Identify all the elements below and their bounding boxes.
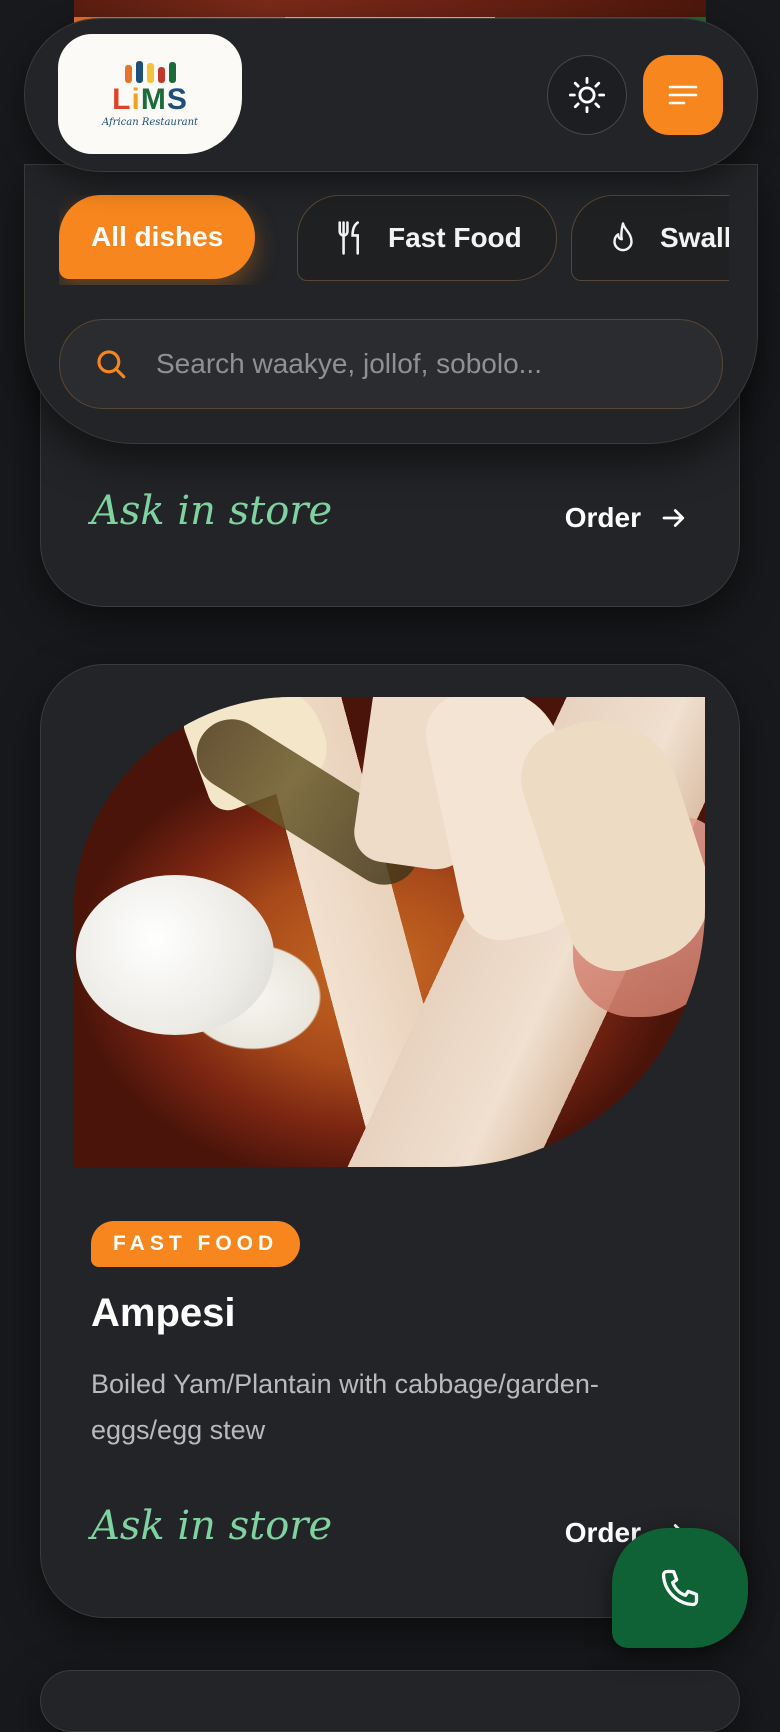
fork-knife-icon bbox=[338, 221, 359, 255]
search-input[interactable] bbox=[154, 347, 678, 381]
sun-icon bbox=[568, 76, 606, 114]
price-text: Ask in store bbox=[91, 1503, 333, 1549]
phone-icon bbox=[661, 1569, 699, 1607]
price-text: Ask in store bbox=[91, 488, 333, 534]
chip-label: Swallow bbox=[660, 222, 729, 253]
dish-card[interactable]: FAST FOOD Ampesi Boiled Yam/Plantain wit… bbox=[40, 664, 740, 1618]
search-icon bbox=[97, 350, 126, 379]
dish-card-next bbox=[40, 1670, 740, 1732]
call-button[interactable] bbox=[612, 1528, 748, 1648]
restaurant-logo[interactable]: LiMS African Restaurant bbox=[58, 34, 242, 154]
menu-icon bbox=[668, 85, 698, 105]
menu-button[interactable] bbox=[643, 55, 723, 135]
dish-name: Ampesi bbox=[91, 1291, 236, 1335]
category-chips: All dishes Fast Food Swallow bbox=[59, 195, 729, 285]
search-bar bbox=[59, 319, 723, 409]
dancers-icon bbox=[124, 60, 176, 83]
chip-label: Fast Food bbox=[388, 222, 522, 253]
arrow-right-icon bbox=[662, 509, 685, 527]
category-badge: FAST FOOD bbox=[91, 1221, 301, 1267]
theme-toggle-button[interactable] bbox=[547, 55, 627, 135]
logo-tagline: African Restaurant bbox=[101, 116, 199, 128]
order-button[interactable]: Order bbox=[565, 502, 689, 534]
flame-icon bbox=[613, 222, 633, 252]
chip-swallow[interactable]: Swallow bbox=[571, 195, 729, 281]
header: LiMS African Restaurant bbox=[24, 18, 758, 172]
order-label: Order bbox=[564, 502, 641, 533]
chip-label: All dishes bbox=[91, 221, 224, 252]
logo-wordmark: LiMS bbox=[112, 82, 188, 116]
dish-description: Boiled Yam/Plantain with cabbage/garden-… bbox=[91, 1369, 599, 1445]
filter-panel: All dishes Fast Food Swallow bbox=[24, 164, 758, 444]
chip-all-dishes[interactable]: All dishes bbox=[59, 195, 256, 279]
chip-fast-food[interactable]: Fast Food bbox=[297, 195, 557, 281]
dish-photo bbox=[73, 697, 705, 1167]
